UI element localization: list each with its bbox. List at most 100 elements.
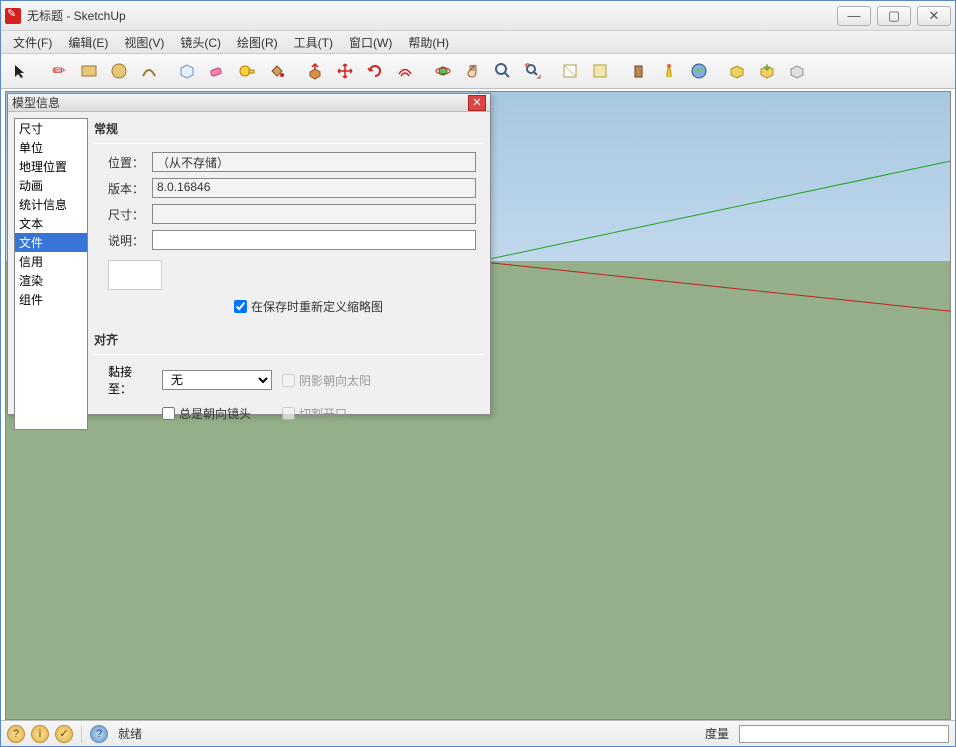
glue-select[interactable]: 无: [162, 370, 272, 390]
row-glue: 黏接至： 无 阴影朝向太阳: [94, 363, 484, 397]
toggle-terrain-icon[interactable]: [587, 57, 615, 85]
tape-measure-icon[interactable]: [233, 57, 261, 85]
menu-draw[interactable]: 绘图(R): [229, 32, 286, 53]
offset-tool-icon[interactable]: [391, 57, 419, 85]
menu-camera[interactable]: 镜头(C): [172, 32, 229, 53]
window-title: 无标题 - SketchUp: [27, 7, 837, 24]
shadows-face-sun-check: 阴影朝向太阳: [282, 372, 371, 389]
window-buttons: ― ▢ ✕: [837, 6, 951, 26]
row-align2: 总是朝向镜头 切割开口: [94, 405, 484, 422]
category-item[interactable]: 文本: [15, 214, 87, 233]
dialog-close-button[interactable]: ✕: [468, 95, 486, 111]
toolbar: ✏: [1, 54, 955, 89]
cut-opening-check: 切割开口: [282, 405, 347, 422]
size-label: 尺寸：: [94, 206, 152, 223]
sb-separator: [81, 725, 82, 743]
category-item[interactable]: 动画: [15, 176, 87, 195]
redef-thumb-checkbox[interactable]: [234, 300, 247, 313]
divider: [94, 143, 484, 144]
preview-ge-icon[interactable]: [685, 57, 713, 85]
category-list[interactable]: 尺寸单位地理位置动画统计信息文本文件信用渲染组件: [14, 118, 88, 430]
hint2-icon[interactable]: i: [31, 725, 49, 743]
glue-label: 黏接至：: [94, 363, 152, 397]
pencil-tool-icon[interactable]: ✏: [45, 57, 73, 85]
category-item[interactable]: 单位: [15, 138, 87, 157]
app-icon: [5, 8, 21, 24]
menu-edit[interactable]: 编辑(E): [60, 32, 116, 53]
get-models-icon[interactable]: [723, 57, 751, 85]
always-face-check[interactable]: 总是朝向镜头: [162, 405, 272, 422]
always-face-label: 总是朝向镜头: [179, 405, 251, 422]
desc-input[interactable]: [152, 230, 476, 250]
close-button[interactable]: ✕: [917, 6, 951, 26]
menu-view[interactable]: 视图(V): [116, 32, 172, 53]
cut-opening-label: 切割开口: [299, 405, 347, 422]
menubar: 文件(F) 编辑(E) 视图(V) 镜头(C) 绘图(R) 工具(T) 窗口(W…: [1, 31, 955, 54]
circle-tool-icon[interactable]: [105, 57, 133, 85]
menu-file[interactable]: 文件(F): [5, 32, 60, 53]
hint1-icon[interactable]: ?: [7, 725, 25, 743]
maximize-button[interactable]: ▢: [877, 6, 911, 26]
thumbnail-swatch[interactable]: [108, 260, 162, 290]
share-component-icon[interactable]: [783, 57, 811, 85]
share-model-icon[interactable]: [753, 57, 781, 85]
location-label: 位置：: [94, 154, 152, 171]
row-desc: 说明：: [94, 230, 484, 250]
move-tool-icon[interactable]: [331, 57, 359, 85]
paint-bucket-icon[interactable]: [263, 57, 291, 85]
zoom-extents-icon[interactable]: [519, 57, 547, 85]
help-icon[interactable]: ?: [90, 725, 108, 743]
divider: [94, 354, 484, 355]
make-component-icon[interactable]: [173, 57, 201, 85]
desc-label: 说明：: [94, 232, 152, 249]
category-item[interactable]: 统计信息: [15, 195, 87, 214]
hint3-icon[interactable]: ✓: [55, 725, 73, 743]
menu-window[interactable]: 窗口(W): [341, 32, 400, 53]
align-header: 对齐: [94, 329, 484, 352]
add-building-icon[interactable]: [625, 57, 653, 85]
rotate-tool-icon[interactable]: [361, 57, 389, 85]
titlebar: 无标题 - SketchUp ― ▢ ✕: [1, 1, 955, 31]
category-item[interactable]: 文件: [15, 233, 87, 252]
size-field: [152, 204, 476, 224]
redef-thumb-check[interactable]: 在保存时重新定义缩略图: [234, 298, 484, 315]
menu-help[interactable]: 帮助(H): [400, 32, 457, 53]
cut-opening-checkbox: [282, 407, 295, 420]
category-item[interactable]: 尺寸: [15, 119, 87, 138]
version-field: 8.0.16846: [152, 178, 476, 198]
version-label: 版本：: [94, 180, 152, 197]
select-tool-icon[interactable]: [7, 57, 35, 85]
shadows-face-sun-label: 阴影朝向太阳: [299, 372, 371, 389]
dialog-body: 尺寸单位地理位置动画统计信息文本文件信用渲染组件 常规 位置： （从不存储） 版…: [8, 112, 490, 436]
row-size: 尺寸：: [94, 204, 484, 224]
statusbar: ? i ✓ ? 就绪 度量: [1, 720, 955, 746]
rectangle-tool-icon[interactable]: [75, 57, 103, 85]
dialog-title: 模型信息: [12, 94, 468, 111]
dialog-titlebar[interactable]: 模型信息 ✕: [8, 94, 490, 112]
add-location-icon[interactable]: [557, 57, 585, 85]
row-version: 版本： 8.0.16846: [94, 178, 484, 198]
category-item[interactable]: 地理位置: [15, 157, 87, 176]
zoom-tool-icon[interactable]: [489, 57, 517, 85]
category-item[interactable]: 信用: [15, 252, 87, 271]
arc-tool-icon[interactable]: [135, 57, 163, 85]
measure-label: 度量: [705, 725, 729, 742]
minimize-button[interactable]: ―: [837, 6, 871, 26]
general-header: 常规: [94, 118, 484, 141]
pushpull-tool-icon[interactable]: [301, 57, 329, 85]
location-field: （从不存储）: [152, 152, 476, 172]
row-location: 位置： （从不存储）: [94, 152, 484, 172]
shadows-face-sun-checkbox: [282, 374, 295, 387]
form-pane: 常规 位置： （从不存储） 版本： 8.0.16846 尺寸： 说明： 在保存时: [94, 118, 484, 430]
menu-tools[interactable]: 工具(T): [286, 32, 341, 53]
pan-tool-icon[interactable]: [459, 57, 487, 85]
model-info-dialog: 模型信息 ✕ 尺寸单位地理位置动画统计信息文本文件信用渲染组件 常规 位置： （…: [7, 93, 491, 415]
always-face-checkbox[interactable]: [162, 407, 175, 420]
category-item[interactable]: 渲染: [15, 271, 87, 290]
eraser-tool-icon[interactable]: [203, 57, 231, 85]
category-item[interactable]: 组件: [15, 290, 87, 309]
photo-textures-icon[interactable]: [655, 57, 683, 85]
orbit-tool-icon[interactable]: [429, 57, 457, 85]
redef-thumb-label: 在保存时重新定义缩略图: [251, 298, 383, 315]
measure-field[interactable]: [739, 725, 949, 743]
